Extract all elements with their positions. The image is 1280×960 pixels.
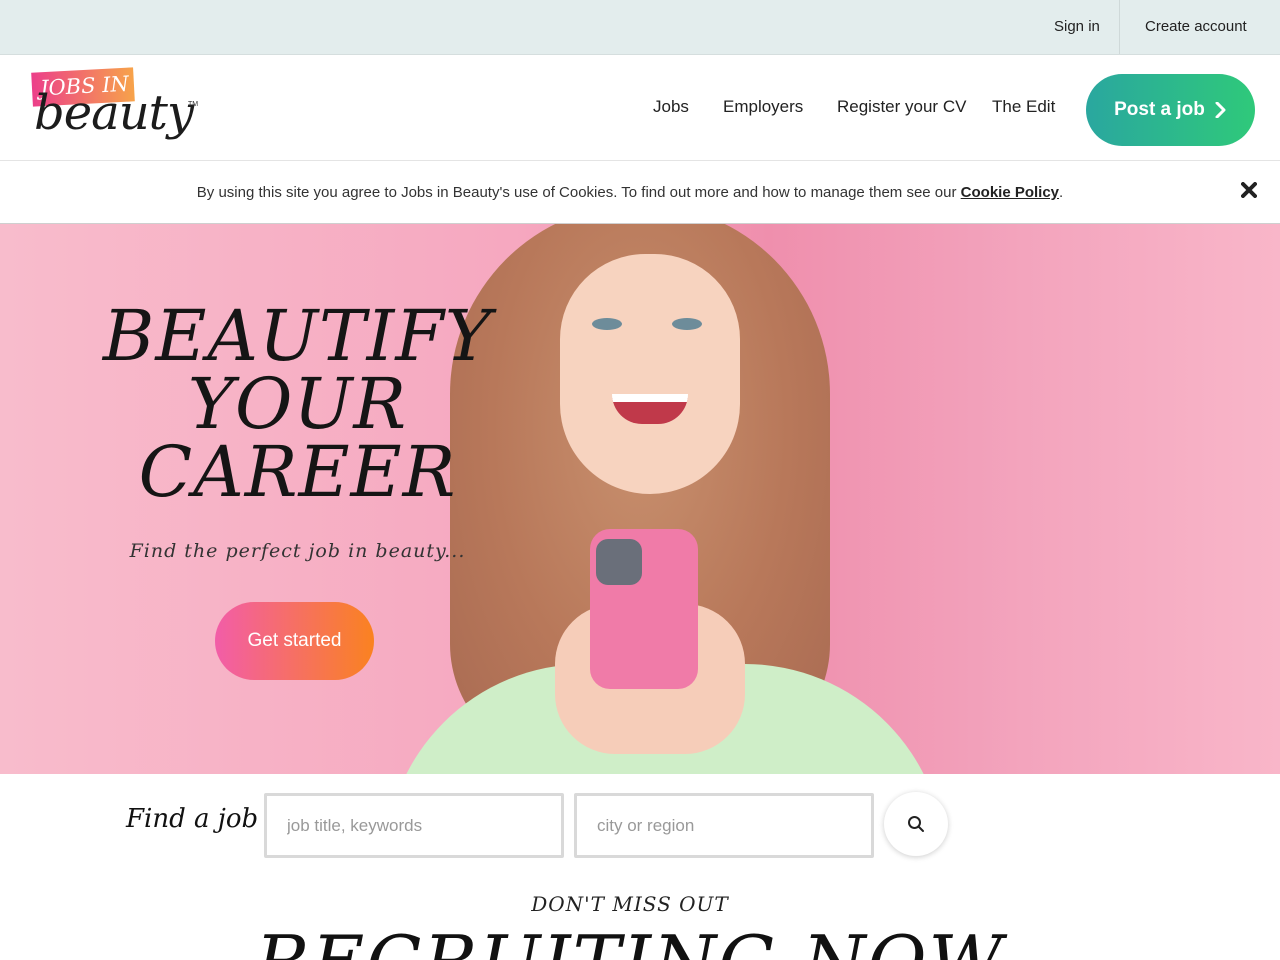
cookie-policy-link[interactable]: Cookie Policy bbox=[961, 184, 1059, 201]
job-search-bar: Find a job bbox=[0, 774, 1280, 874]
nav-register-cv[interactable]: Register your CV bbox=[837, 97, 966, 117]
get-started-button[interactable]: Get started bbox=[215, 602, 374, 680]
search-button[interactable] bbox=[884, 792, 948, 856]
chevron-right-icon bbox=[1215, 102, 1226, 118]
hero-image-face bbox=[560, 254, 740, 494]
create-account-link[interactable]: Create account bbox=[1145, 0, 1247, 54]
jobs-in-beauty-logo[interactable]: JOBS IN beauty TM bbox=[30, 67, 205, 153]
post-job-button[interactable]: Post a job bbox=[1086, 74, 1255, 146]
hero-subtitle: Find the perfect job in beauty... bbox=[129, 540, 466, 562]
cookie-text: By using this site you agree to Jobs in … bbox=[0, 162, 1260, 223]
headline-line: CAREER bbox=[138, 431, 457, 513]
headline-line: BEAUTIFY bbox=[102, 295, 493, 377]
hero-image-smile bbox=[612, 394, 688, 424]
cookie-message: By using this site you agree to Jobs in … bbox=[196, 184, 961, 201]
search-icon bbox=[908, 816, 924, 832]
section-title: RECRUITING NOW bbox=[0, 922, 1260, 960]
section-eyebrow: DON'T MISS OUT bbox=[531, 892, 729, 916]
divider bbox=[1119, 0, 1120, 54]
cookie-period: . bbox=[1059, 184, 1064, 201]
logo-trademark: TM bbox=[188, 101, 199, 108]
hero-image-phone bbox=[590, 529, 698, 689]
keywords-input[interactable] bbox=[264, 793, 564, 858]
headline-line: YOUR bbox=[187, 363, 408, 445]
close-icon[interactable] bbox=[1238, 181, 1260, 203]
nav-employers[interactable]: Employers bbox=[723, 97, 803, 117]
location-input[interactable] bbox=[574, 793, 874, 858]
hero-headline: BEAUTIFY YOUR CAREER bbox=[100, 295, 495, 513]
logo-beauty-text: beauty bbox=[34, 85, 194, 141]
sign-in-link[interactable]: Sign in bbox=[1054, 0, 1100, 54]
post-job-label: Post a job bbox=[1114, 99, 1205, 120]
utility-bar: Sign in Create account bbox=[0, 0, 1280, 55]
hero-image-eye bbox=[592, 318, 622, 330]
phone-camera-icon bbox=[596, 539, 642, 585]
nav-the-edit[interactable]: The Edit bbox=[992, 97, 1055, 117]
nav-jobs[interactable]: Jobs bbox=[653, 97, 689, 117]
hero-banner: BEAUTIFY YOUR CAREER Find the perfect jo… bbox=[0, 224, 1280, 774]
site-header: JOBS IN beauty TM Jobs Employers Registe… bbox=[0, 55, 1280, 161]
hero-image-eye bbox=[672, 318, 702, 330]
find-job-label: Find a job bbox=[126, 804, 259, 834]
cookie-notice: By using this site you agree to Jobs in … bbox=[0, 162, 1280, 224]
